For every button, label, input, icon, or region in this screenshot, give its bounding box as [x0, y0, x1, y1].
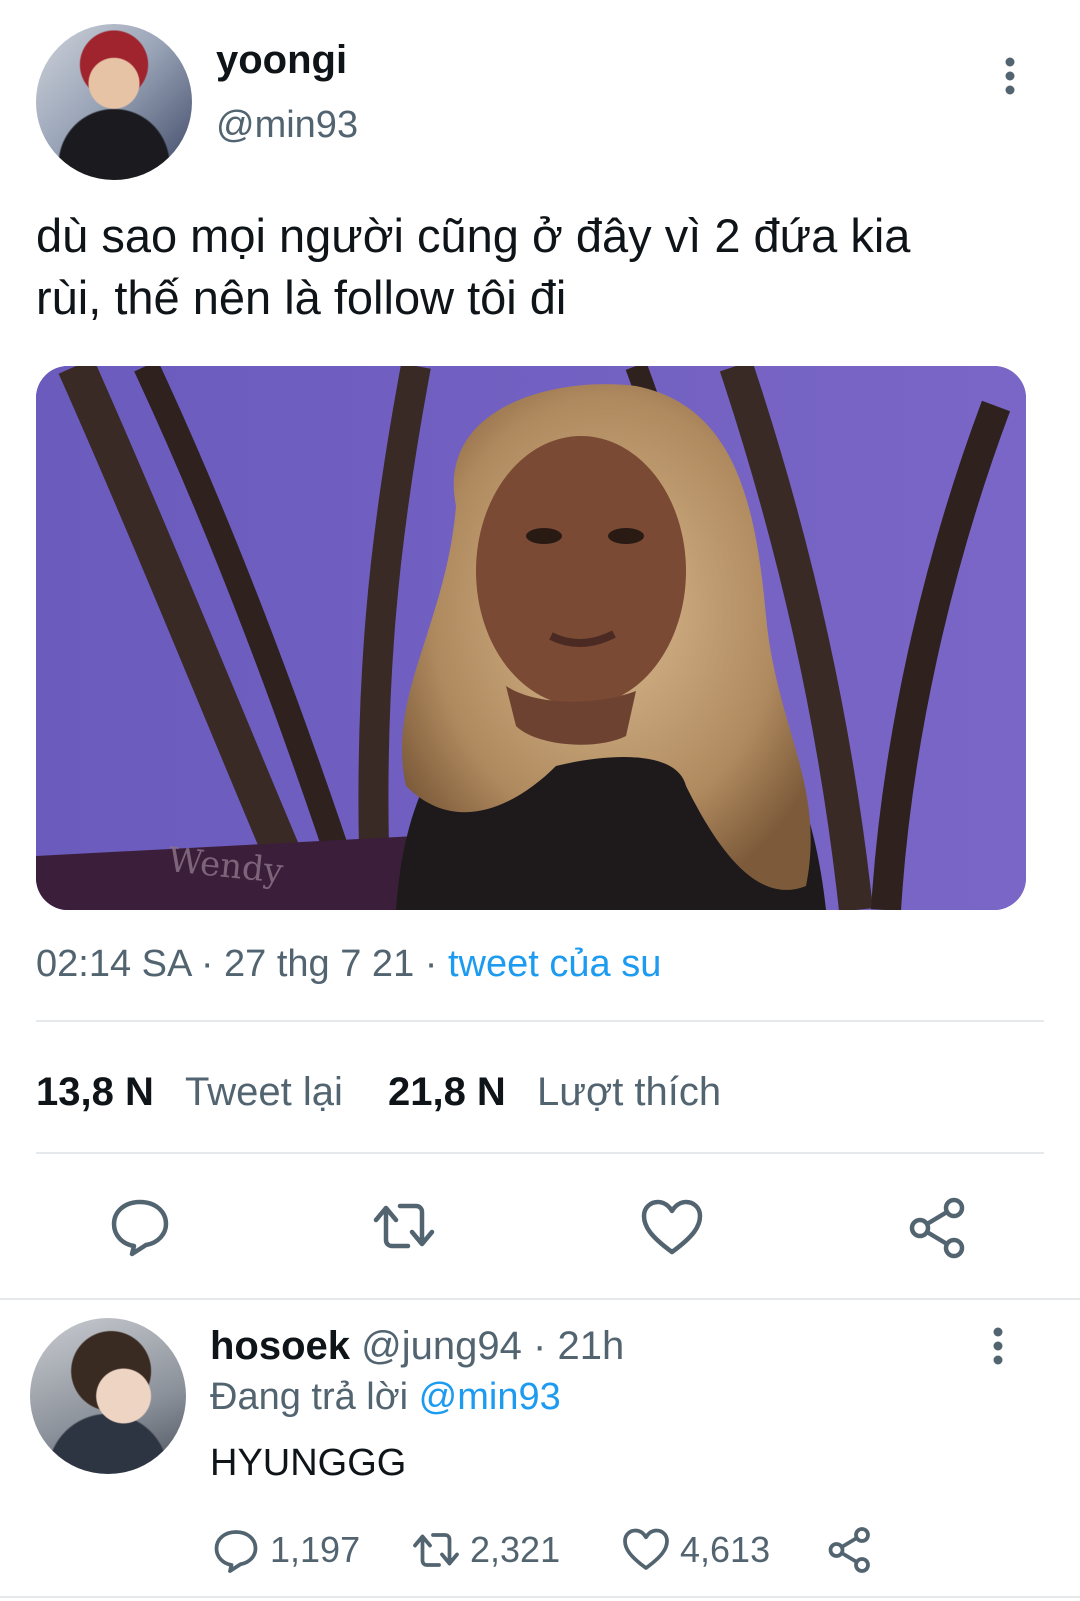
reply-text: HYUNGGG — [210, 1442, 407, 1484]
tweet-text-line: dù sao mọi người cũng ở đây vì 2 đứa kia — [36, 209, 911, 262]
tweet-text: dù sao mọi người cũng ở đây vì 2 đứa kia… — [36, 205, 1046, 329]
replying-to: Đang trả lời @min93 — [210, 1376, 561, 1419]
retweet-icon[interactable] — [412, 1526, 460, 1574]
reply-age: 21h — [557, 1324, 625, 1368]
author-avatar[interactable] — [36, 24, 192, 180]
share-icon[interactable] — [826, 1526, 874, 1574]
tweet-media-image[interactable]: Wendy — [36, 366, 1026, 910]
tweet-time: 02:14 SA — [36, 943, 191, 985]
like-icon[interactable] — [622, 1526, 670, 1574]
reply-like-action[interactable]: 4,613 — [622, 1526, 770, 1574]
author-handle[interactable]: @min93 — [216, 104, 358, 147]
more-vertical-icon[interactable] — [988, 1326, 1008, 1366]
reply-author-name[interactable]: hosoek — [210, 1324, 350, 1368]
retweet-count[interactable]: 13,8 N — [36, 1070, 154, 1114]
section-divider — [0, 1298, 1080, 1300]
tweet-text-line: rùi, thế nên là follow tôi đi — [36, 271, 567, 324]
divider — [36, 1020, 1044, 1022]
reply-icon[interactable] — [108, 1194, 172, 1258]
replying-to-handle[interactable]: @min93 — [419, 1376, 561, 1418]
reply-reply-action[interactable]: 1,197 — [212, 1526, 360, 1574]
reply-header: hosoek @jung94 · 21h — [210, 1324, 624, 1369]
retweet-icon[interactable] — [372, 1194, 436, 1258]
meta-separator: · — [424, 943, 448, 985]
reply-author-handle[interactable]: @jung94 — [361, 1324, 522, 1368]
tweet-source-link[interactable]: tweet của su — [448, 943, 661, 985]
reply-retweet-action[interactable]: 2,321 — [412, 1526, 560, 1574]
tweet-date: 27 thg 7 21 — [224, 943, 415, 985]
like-label[interactable]: Lượt thích — [537, 1070, 721, 1114]
retweet-label[interactable]: Tweet lại — [185, 1070, 343, 1114]
reply-like-count: 4,613 — [680, 1529, 771, 1570]
divider — [36, 1152, 1044, 1154]
reply-author-avatar[interactable] — [30, 1318, 186, 1474]
section-divider — [0, 1596, 1080, 1598]
tweet-stats: 13,8 N Tweet lại 21,8 N Lượt thích — [36, 1070, 721, 1115]
replying-label: Đang trả lời — [210, 1376, 409, 1418]
like-count[interactable]: 21,8 N — [388, 1070, 506, 1114]
meta-separator: · — [533, 1324, 547, 1368]
author-display-name[interactable]: yoongi — [216, 38, 347, 83]
reply-reply-count: 1,197 — [270, 1529, 361, 1570]
reply-icon[interactable] — [212, 1526, 260, 1574]
share-icon[interactable] — [906, 1196, 970, 1260]
more-vertical-icon[interactable] — [1000, 56, 1020, 96]
reply-retweet-count: 2,321 — [470, 1529, 561, 1570]
meta-separator: · — [200, 943, 225, 985]
like-icon[interactable] — [640, 1196, 704, 1260]
tweet-meta: 02:14 SA · 27 thg 7 21 · tweet của su — [36, 943, 661, 986]
